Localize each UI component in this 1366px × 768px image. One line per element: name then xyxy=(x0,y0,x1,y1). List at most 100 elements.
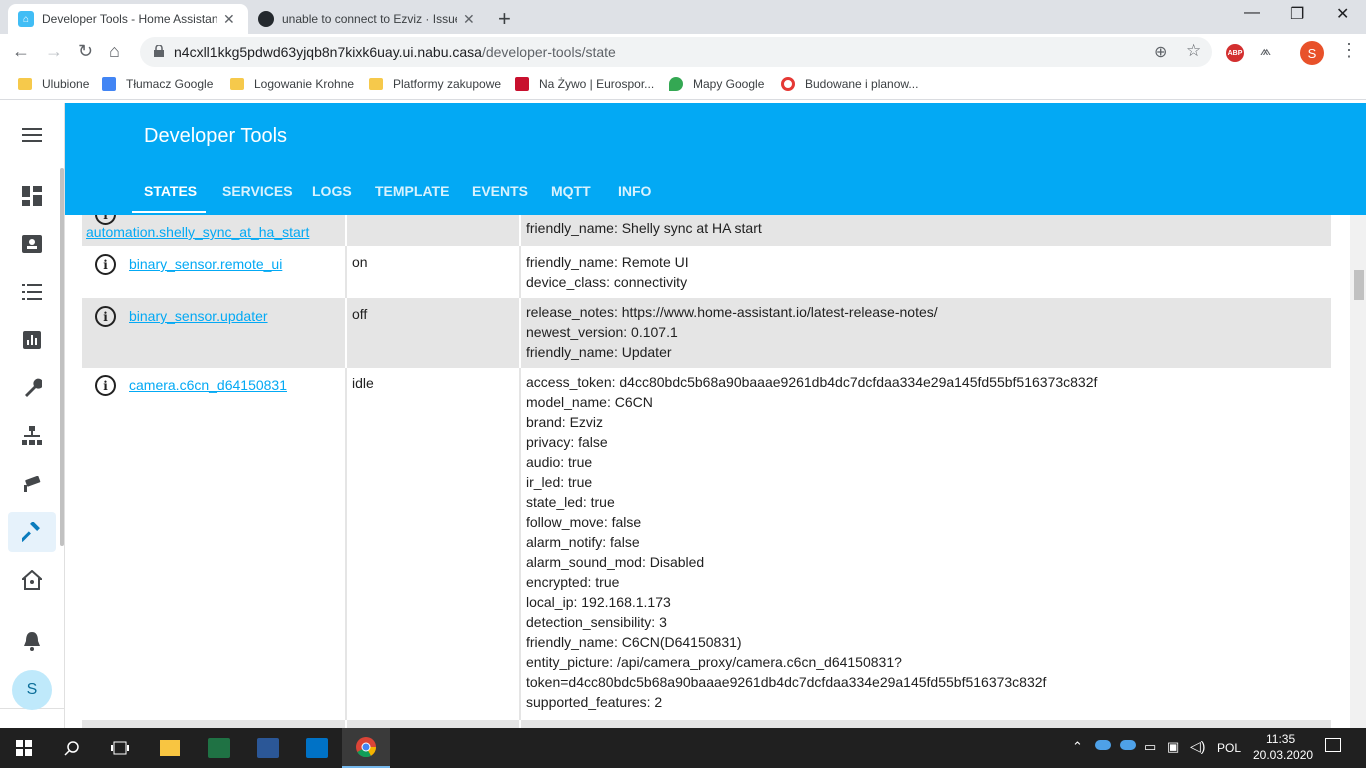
entity-state: off xyxy=(352,306,368,322)
table-row: i automation.shelly_sync_at_ha_start fri… xyxy=(82,215,1331,246)
entity-link[interactable]: binary_sensor.updater xyxy=(129,308,268,324)
search-icon xyxy=(64,741,79,756)
entity-state: on xyxy=(352,254,368,270)
chrome-button[interactable] xyxy=(342,728,390,768)
new-tab-button[interactable]: + xyxy=(498,6,511,32)
sidebar-item-map[interactable] xyxy=(8,224,56,264)
reload-button[interactable]: ↻ xyxy=(78,41,93,62)
start-button[interactable] xyxy=(0,728,48,768)
scrollbar-thumb[interactable] xyxy=(1354,270,1364,300)
sidebar-item-hacs[interactable] xyxy=(8,416,56,456)
sidebar-item-history[interactable] xyxy=(8,320,56,360)
excel-button[interactable] xyxy=(195,728,243,768)
outlook-button[interactable] xyxy=(293,728,341,768)
clock-time[interactable]: 11:35 xyxy=(1266,732,1295,746)
sidebar-item-camera[interactable] xyxy=(8,464,56,504)
folder-icon xyxy=(230,78,244,90)
configuration-icon xyxy=(25,378,42,397)
column-separator xyxy=(345,368,347,720)
entity-link[interactable]: camera.c6cn_d64150831 xyxy=(129,377,287,393)
info-icon[interactable]: i xyxy=(95,254,116,275)
tab-info[interactable]: INFO xyxy=(618,183,651,199)
bookmark-tlumacz-google[interactable]: Tłumacz Google xyxy=(102,77,213,91)
info-icon[interactable]: i xyxy=(95,306,116,327)
browser-tab-github-issue[interactable]: unable to connect to Ezviz · Issue ✕ xyxy=(248,4,488,34)
sidebar-item-configuration[interactable] xyxy=(8,368,56,408)
tab-services[interactable]: SERVICES xyxy=(222,183,293,199)
column-separator xyxy=(519,368,521,720)
hacs-icon xyxy=(22,426,42,445)
ha-header: Developer Tools STATES SERVICES LOGS TEM… xyxy=(65,103,1366,215)
history-icon xyxy=(23,331,41,349)
google-translate-icon xyxy=(102,77,116,91)
outlook-icon xyxy=(306,738,328,758)
clock-date[interactable]: 20.03.2020 xyxy=(1253,748,1313,762)
extension-mountain-icon[interactable]: ⩕ xyxy=(1260,42,1271,59)
input-language[interactable]: POL xyxy=(1217,741,1241,755)
bookmark-budowane[interactable]: Budowane i planow... xyxy=(781,77,918,91)
tab-logs[interactable]: LOGS xyxy=(312,183,352,199)
page-title: Developer Tools xyxy=(144,125,288,147)
bookmark-ulubione[interactable]: Ulubione xyxy=(18,77,89,91)
forward-button[interactable]: → xyxy=(45,41,63,62)
tab-title: unable to connect to Ezviz · Issue xyxy=(282,12,457,26)
bookmark-mapy-google[interactable]: Mapy Google xyxy=(669,77,764,91)
browser-tab-strip: ⌂ Developer Tools - Home Assistant ✕ una… xyxy=(0,0,1366,34)
logbook-icon xyxy=(22,284,42,300)
table-row: i binary_sensor.remote_ui on friendly_na… xyxy=(82,246,1331,298)
action-center-icon[interactable] xyxy=(1325,738,1341,752)
chrome-icon xyxy=(356,737,377,758)
bookmark-star-icon[interactable]: ☆ xyxy=(1186,41,1201,61)
bookmark-logowanie-krohne[interactable]: Logowanie Krohne xyxy=(230,77,354,91)
column-separator xyxy=(345,215,347,246)
browser-tab-developer-tools[interactable]: ⌂ Developer Tools - Home Assistant ✕ xyxy=(8,4,248,34)
overview-icon xyxy=(22,186,42,206)
onedrive-icon[interactable] xyxy=(1095,740,1111,750)
network-icon[interactable]: ▣ xyxy=(1167,739,1179,755)
profile-avatar[interactable]: S xyxy=(1300,41,1324,65)
entity-link[interactable]: binary_sensor.remote_ui xyxy=(129,256,282,272)
sidebar-menu-toggle[interactable] xyxy=(8,115,56,155)
tab-mqtt[interactable]: MQTT xyxy=(551,183,591,199)
battery-icon[interactable]: ▭ xyxy=(1144,739,1156,755)
tab-states[interactable]: STATES xyxy=(144,183,197,199)
tab-template[interactable]: TEMPLATE xyxy=(375,183,449,199)
entity-link[interactable]: automation.shelly_sync_at_ha_start xyxy=(86,224,309,240)
minimize-window-button[interactable]: — xyxy=(1244,4,1260,22)
onedrive-business-icon[interactable] xyxy=(1120,740,1136,750)
back-button[interactable]: ← xyxy=(12,41,30,62)
search-button[interactable] xyxy=(48,728,96,768)
column-separator xyxy=(519,298,521,368)
volume-icon[interactable]: ◁) xyxy=(1190,738,1205,755)
sidebar-scrollbar[interactable] xyxy=(60,168,64,546)
info-icon[interactable]: i xyxy=(95,375,116,396)
close-tab-icon[interactable]: ✕ xyxy=(223,11,235,28)
user-avatar[interactable]: S xyxy=(12,670,52,710)
close-tab-icon[interactable]: ✕ xyxy=(463,11,475,28)
show-hidden-icons-button[interactable]: ⌃ xyxy=(1072,739,1083,755)
close-window-button[interactable]: ✕ xyxy=(1336,4,1349,24)
home-button[interactable]: ⌂ xyxy=(109,41,120,62)
browser-menu-icon[interactable]: ⋮ xyxy=(1340,40,1358,61)
sidebar-item-notifications[interactable] xyxy=(8,621,56,661)
tab-events[interactable]: EVENTS xyxy=(472,183,528,199)
column-separator xyxy=(345,720,347,728)
map-icon xyxy=(22,235,42,253)
supervisor-icon xyxy=(22,570,42,590)
file-explorer-button[interactable] xyxy=(146,728,194,768)
lock-icon xyxy=(154,45,164,57)
add-icon[interactable]: ⊕ xyxy=(1154,42,1167,62)
sidebar-item-logbook[interactable] xyxy=(8,272,56,312)
bookmark-eurosport[interactable]: Na Żywo | Eurospor... xyxy=(515,77,654,91)
sidebar-item-developer-tools[interactable] xyxy=(8,512,56,552)
maximize-window-button[interactable]: ❐ xyxy=(1290,4,1304,24)
task-view-button[interactable] xyxy=(96,728,144,768)
word-button[interactable] xyxy=(244,728,292,768)
bookmark-platformy-zakupowe[interactable]: Platformy zakupowe xyxy=(369,77,501,91)
address-bar[interactable]: n4cxll1kkg5pdwd63yjqb8n7kixk6uay.ui.nabu… xyxy=(140,37,1212,67)
entity-attributes: release_notes: https://www.home-assistan… xyxy=(526,304,938,360)
page-scrollbar[interactable] xyxy=(1350,215,1366,728)
sidebar-item-supervisor[interactable] xyxy=(8,560,56,600)
adblock-plus-icon[interactable]: ABP xyxy=(1226,44,1244,62)
sidebar-item-overview[interactable] xyxy=(8,176,56,216)
